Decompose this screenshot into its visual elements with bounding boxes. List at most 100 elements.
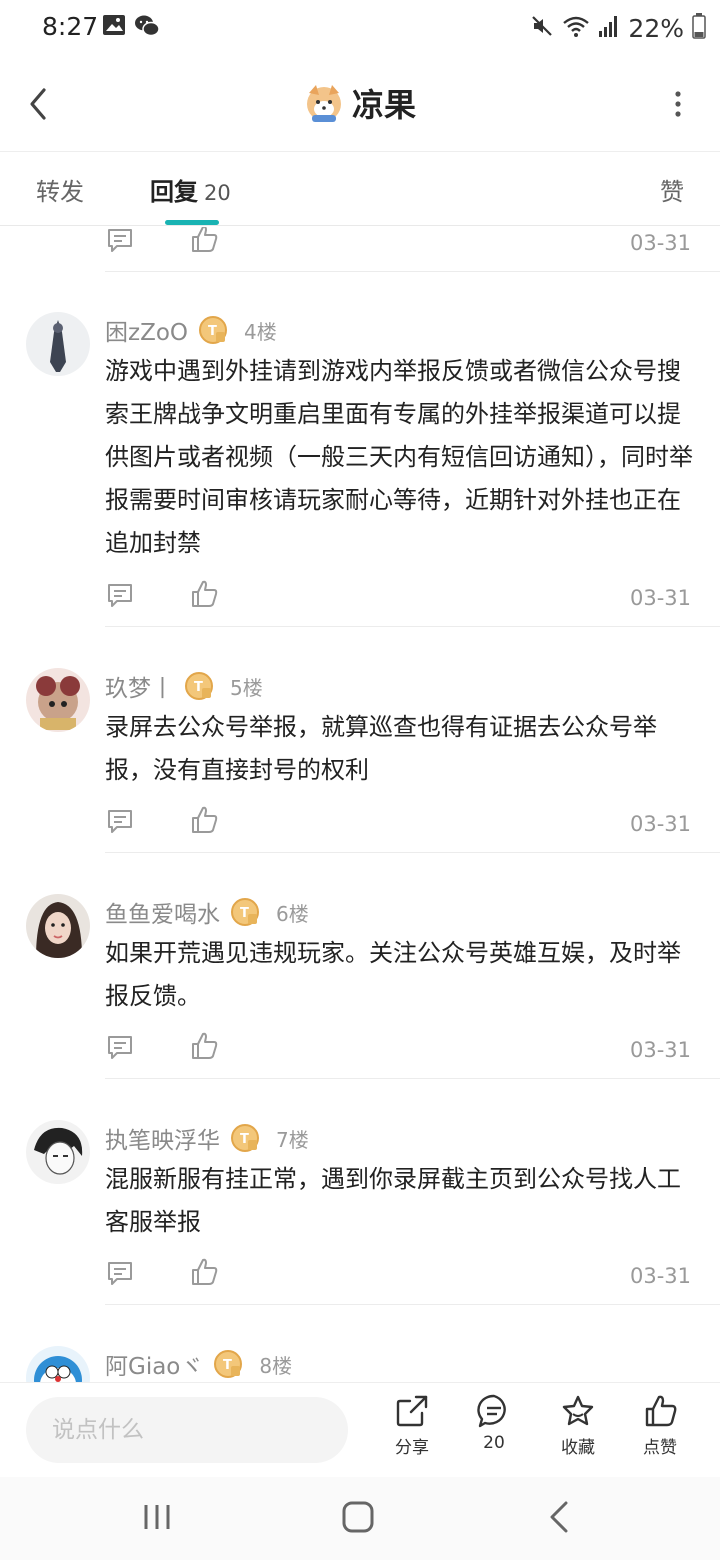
reply-date: 03-31	[629, 1264, 691, 1288]
svg-text:T: T	[223, 1358, 232, 1373]
reply-item: 执笔映浮华 T 7楼 混服新服有挂正常，遇到你录屏截主页到公众号找人工客服举报 …	[0, 1120, 720, 1310]
comment-count-button[interactable]: 20	[454, 1393, 534, 1473]
avatar[interactable]	[26, 894, 90, 958]
wechat-icon	[134, 14, 160, 42]
divider	[105, 626, 720, 627]
level-badge-icon: T	[184, 671, 214, 701]
status-bar: 8:27 22%	[0, 0, 720, 56]
username[interactable]: 困zZoO	[105, 313, 188, 347]
tab-active-indicator	[165, 220, 219, 225]
thumbs-up-icon[interactable]	[189, 1030, 219, 1066]
avatar[interactable]	[26, 668, 90, 732]
avatar[interactable]	[26, 1120, 90, 1184]
battery-percent: 22%	[628, 13, 684, 43]
comment-icon[interactable]	[105, 806, 135, 840]
recent-apps-icon	[144, 1505, 170, 1529]
user-line: 鱼鱼爱喝水 T 6楼	[105, 894, 309, 930]
username[interactable]: 鱼鱼爱喝水	[105, 895, 220, 929]
user-line: 困zZoO T 4楼	[105, 312, 277, 348]
username[interactable]: 阿Giaoヾ	[105, 1347, 203, 1381]
recent-apps-button[interactable]	[140, 1499, 174, 1539]
reply-date: 03-31	[629, 1038, 691, 1062]
thumbs-up-icon[interactable]	[189, 1256, 219, 1292]
floor-number: 4楼	[244, 319, 277, 344]
username[interactable]: 执笔映浮华	[105, 1121, 220, 1155]
reply-item: 玖梦丨 T 5楼 录屏去公众号举报，就算巡查也得有证据去公众号举报，没有直接封号…	[0, 668, 720, 858]
thumbs-up-icon[interactable]	[189, 578, 219, 614]
reply-actions: 03-31	[105, 1032, 695, 1072]
system-back-button[interactable]	[544, 1499, 574, 1539]
bottom-action-bar: 分享 20 收藏 点赞	[0, 1382, 720, 1477]
tab-reply-count: 20	[204, 181, 231, 205]
user-line: 玖梦丨 T 5楼	[105, 668, 263, 704]
avatar[interactable]	[26, 1346, 90, 1382]
thumbs-up-icon[interactable]	[189, 227, 219, 259]
signal-icon	[598, 14, 620, 42]
home-button[interactable]	[340, 1499, 376, 1539]
svg-text:T: T	[194, 680, 203, 695]
home-icon	[342, 1501, 374, 1533]
comment-icon[interactable]	[105, 1032, 135, 1066]
more-button[interactable]	[666, 86, 690, 122]
battery-icon	[692, 13, 706, 43]
floor-number: 5楼	[230, 675, 263, 700]
page-title: 凉果	[351, 86, 416, 124]
divider	[105, 271, 720, 272]
username[interactable]: 玖梦丨	[105, 669, 174, 703]
reply-text: 游戏中遇到外挂请到游戏内举报反馈或者微信公众号搜索王牌战争文明重启里面有专属的外…	[105, 357, 693, 557]
comment-icon[interactable]	[105, 227, 135, 259]
share-button[interactable]: 分享	[372, 1393, 452, 1473]
floor-number: 6楼	[276, 901, 309, 926]
author-avatar[interactable]	[304, 83, 344, 123]
like-label: 点赞	[643, 1438, 677, 1458]
divider	[105, 1304, 720, 1305]
comment-icon[interactable]	[105, 1258, 135, 1292]
wifi-icon	[562, 14, 590, 42]
reply-actions: 03-31	[105, 580, 695, 620]
share-label: 分享	[395, 1438, 429, 1458]
reply-list[interactable]: 03-31 困zZoO T 4楼 游戏中遇到外挂请到游戏内举报反馈或者微信公众号…	[0, 227, 720, 1382]
avatar[interactable]	[26, 312, 90, 376]
reply-date: 03-31	[629, 812, 691, 836]
divider	[105, 852, 720, 853]
tab-reply-label: 回复	[150, 178, 198, 206]
reply-actions: 03-31	[105, 806, 695, 846]
mute-icon	[530, 14, 554, 42]
user-line: 阿Giaoヾ T 8楼	[105, 1346, 292, 1382]
chevron-left-icon	[550, 1501, 568, 1533]
reply-item: 鱼鱼爱喝水 T 6楼 如果开荒遇见违规玩家。关注公众号英雄互娱，及时举报反馈。 …	[0, 894, 720, 1084]
comment-bubble-icon	[477, 1394, 506, 1428]
collect-button[interactable]: 收藏	[538, 1393, 618, 1473]
like-button[interactable]: 点赞	[620, 1393, 700, 1473]
gallery-icon	[102, 14, 126, 40]
reply-actions: 03-31	[105, 1258, 695, 1298]
tab-forward[interactable]: 转发	[36, 172, 84, 207]
tab-bar: 转发 回复 20 赞	[0, 152, 720, 226]
user-line: 执笔映浮华 T 7楼	[105, 1120, 309, 1156]
share-icon	[396, 1395, 428, 1427]
reply-item: 阿Giaoヾ T 8楼	[0, 1346, 720, 1382]
reply-text: 如果开荒遇见违规玩家。关注公众号英雄互娱，及时举报反馈。	[105, 939, 681, 1010]
reply-text: 混服新服有挂正常，遇到你录屏截主页到公众号找人工客服举报	[105, 1165, 681, 1236]
system-nav-bar	[0, 1477, 720, 1560]
level-badge-icon: T	[230, 1123, 260, 1153]
status-time: 8:27	[42, 12, 99, 41]
tab-like[interactable]: 赞	[660, 172, 684, 207]
collect-label: 收藏	[561, 1438, 595, 1458]
level-badge-icon: T	[198, 315, 228, 345]
floor-number: 7楼	[276, 1127, 309, 1152]
reply-date: 03-31	[629, 586, 691, 610]
svg-text:T: T	[208, 324, 217, 339]
comment-input[interactable]	[26, 1397, 348, 1463]
floor-number: 8楼	[259, 1353, 293, 1378]
svg-text:T: T	[240, 1132, 249, 1147]
divider	[105, 1078, 720, 1079]
star-icon	[562, 1395, 594, 1426]
comment-icon[interactable]	[105, 580, 135, 614]
svg-text:T: T	[240, 906, 249, 921]
reply-item: 困zZoO T 4楼 游戏中遇到外挂请到游戏内举报反馈或者微信公众号搜索王牌战争…	[0, 312, 720, 612]
thumbs-up-icon	[645, 1395, 677, 1427]
comment-count: 20	[483, 1433, 505, 1453]
thumbs-up-icon[interactable]	[189, 804, 219, 840]
tab-reply[interactable]: 回复 20	[150, 172, 231, 207]
